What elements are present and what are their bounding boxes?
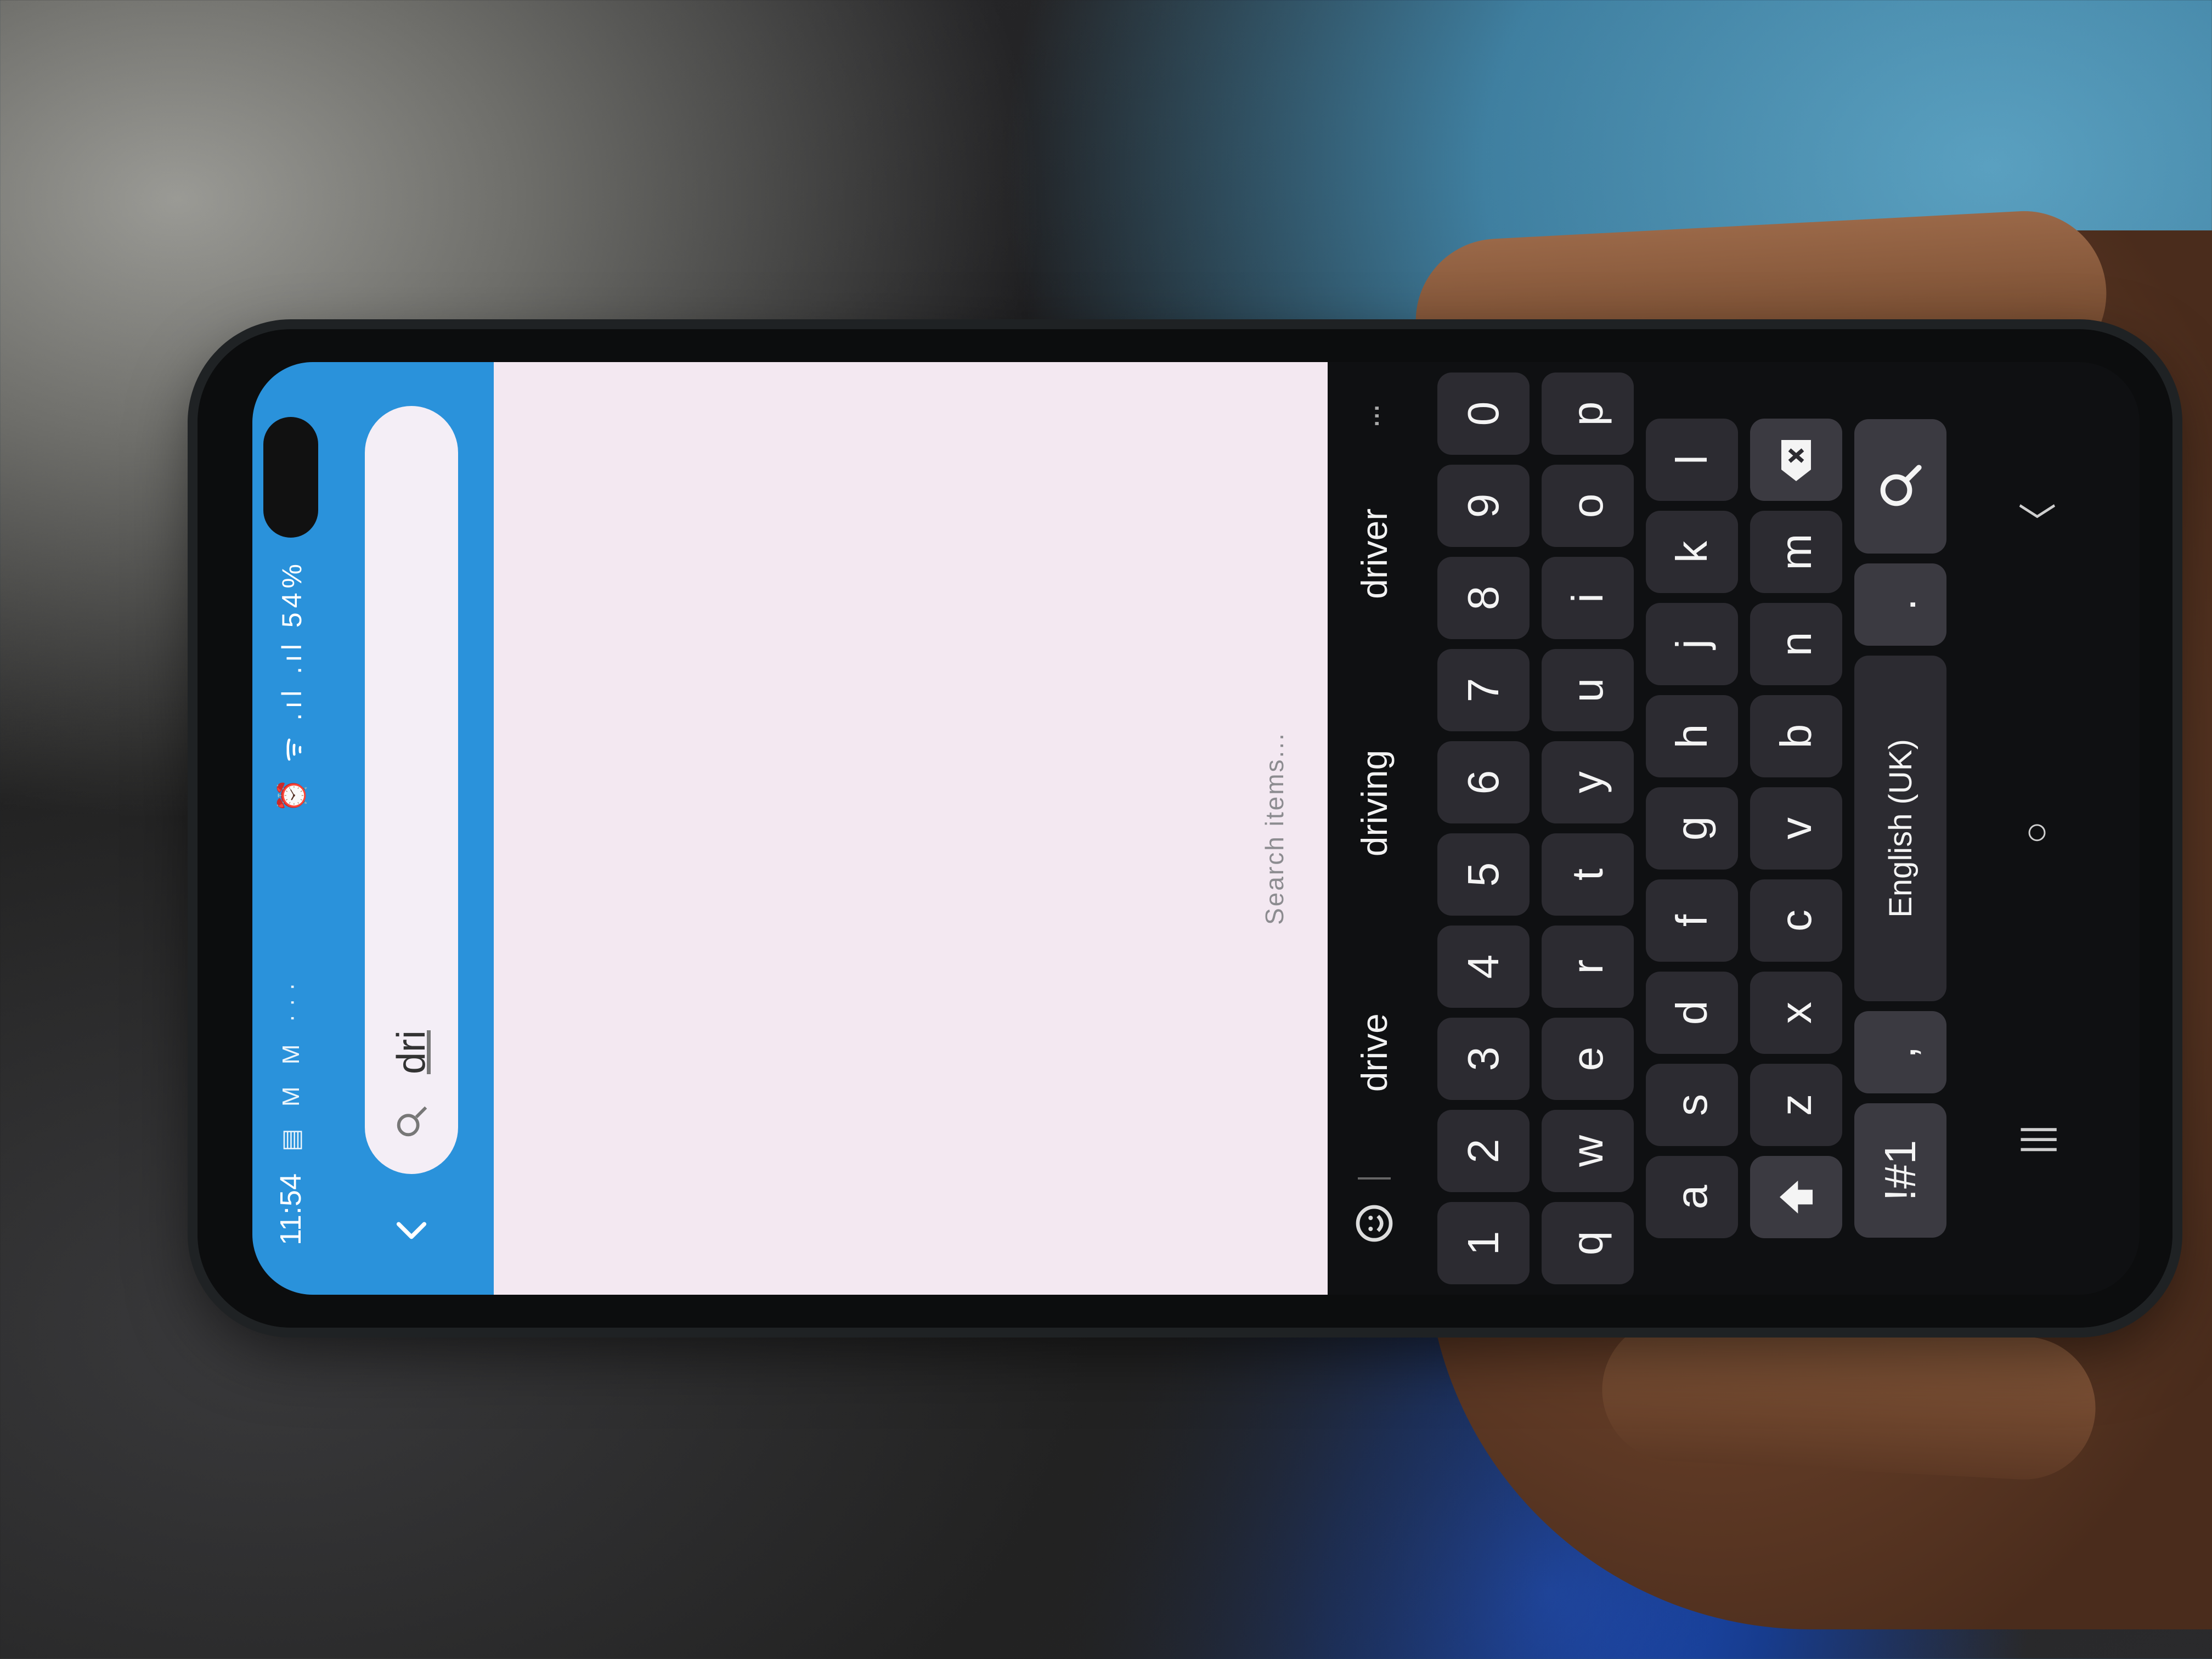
key-c[interactable]: c: [1750, 879, 1842, 962]
key-2[interactable]: 2: [1437, 1110, 1530, 1192]
suggestion-word[interactable]: drive: [1353, 928, 1395, 1177]
key-k[interactable]: k: [1646, 511, 1738, 593]
key-6[interactable]: 6: [1437, 741, 1530, 823]
key-t[interactable]: t: [1542, 833, 1634, 916]
keyboard: drive driving driver ··· 1 2 3 4 5 6 7 8…: [1328, 362, 2140, 1295]
app-bar: [329, 362, 494, 1295]
key-l[interactable]: l: [1646, 419, 1738, 501]
home-icon[interactable]: ○: [2013, 821, 2057, 844]
key-4[interactable]: 4: [1437, 926, 1530, 1008]
key-5[interactable]: 5: [1437, 833, 1530, 916]
search-input[interactable]: [388, 470, 435, 1075]
key-o[interactable]: o: [1542, 465, 1634, 547]
notification-icons: ▤ M M ···: [277, 975, 304, 1152]
key-g[interactable]: g: [1646, 787, 1738, 870]
suggestion-strip: drive driving driver ···: [1328, 362, 1421, 1295]
key-h[interactable]: h: [1646, 695, 1738, 777]
key-q[interactable]: q: [1542, 1202, 1634, 1284]
finger: [1598, 1314, 2100, 1483]
key-m[interactable]: m: [1750, 511, 1842, 593]
search-hint: Search items...: [1260, 732, 1289, 925]
key-e[interactable]: e: [1542, 1018, 1634, 1100]
suggestion-word[interactable]: driver: [1353, 429, 1395, 679]
key-z[interactable]: z: [1750, 1064, 1842, 1146]
search-icon: [397, 1106, 427, 1137]
phone-screen: 11:54 ▤ M M ··· ⏰ ᯤ .ıl .ıl 54% Search i…: [252, 362, 2140, 1295]
screen-content: 11:54 ▤ M M ··· ⏰ ᯤ .ıl .ıl 54% Search i…: [252, 362, 2140, 1295]
key-p[interactable]: p: [1542, 373, 1634, 455]
letter-row-bottom: z x c v b n m: [1750, 362, 1842, 1295]
key-0[interactable]: 0: [1437, 373, 1530, 455]
search-icon: [1880, 465, 1922, 506]
key-s[interactable]: s: [1646, 1064, 1738, 1146]
key-r[interactable]: r: [1542, 926, 1634, 1008]
key-d[interactable]: d: [1646, 972, 1738, 1054]
letter-row-middle: a s d f g h j k l: [1646, 362, 1738, 1295]
backspace-icon: [1781, 440, 1811, 481]
more-options-icon[interactable]: ···: [1356, 406, 1393, 429]
backspace-key[interactable]: [1750, 419, 1842, 501]
key-x[interactable]: x: [1750, 972, 1842, 1054]
bottom-row: !#1 , English (UK) .: [1854, 362, 1946, 1295]
search-key[interactable]: [1854, 419, 1946, 554]
status-time: 11:54: [274, 1173, 307, 1245]
suggestion-word[interactable]: driving: [1353, 679, 1395, 928]
key-y[interactable]: y: [1542, 741, 1634, 823]
space-bar[interactable]: English (UK): [1854, 656, 1946, 1001]
back-icon[interactable]: 〈: [2008, 503, 2063, 541]
status-bar: 11:54 ▤ M M ··· ⏰ ᯤ .ıl .ıl 54%: [252, 362, 329, 1295]
comma-key[interactable]: ,: [1854, 1011, 1946, 1093]
key-w[interactable]: w: [1542, 1110, 1634, 1192]
system-icons-glyphs: ⏰ ᯤ .ıl .ıl: [276, 639, 307, 813]
back-arrow-icon[interactable]: [379, 1196, 444, 1262]
key-1[interactable]: 1: [1437, 1202, 1530, 1284]
symbols-key[interactable]: !#1: [1854, 1103, 1946, 1238]
search-bar[interactable]: [365, 406, 458, 1174]
system-icons: ⏰ ᯤ .ıl .ıl 54%: [272, 560, 309, 812]
suggestion-divider: [1358, 1177, 1391, 1180]
key-9[interactable]: 9: [1437, 465, 1530, 547]
key-n[interactable]: n: [1750, 603, 1842, 685]
key-b[interactable]: b: [1750, 695, 1842, 777]
shift-key[interactable]: [1750, 1156, 1842, 1238]
key-7[interactable]: 7: [1437, 649, 1530, 731]
emoji-icon[interactable]: [1352, 1201, 1396, 1245]
key-8[interactable]: 8: [1437, 557, 1530, 639]
recent-apps-icon[interactable]: |||: [2013, 1125, 2057, 1155]
navigation-bar: ||| ○ 〈: [1975, 362, 2096, 1295]
key-3[interactable]: 3: [1437, 1018, 1530, 1100]
key-i[interactable]: i: [1542, 557, 1634, 639]
key-v[interactable]: v: [1750, 787, 1842, 870]
shift-arrow-icon: [1780, 1181, 1813, 1214]
results-area: Search items...: [494, 362, 1328, 1295]
key-j[interactable]: j: [1646, 603, 1738, 685]
camera-cutout: [263, 417, 318, 538]
battery-level: 54%: [276, 560, 307, 628]
key-a[interactable]: a: [1646, 1156, 1738, 1238]
key-u[interactable]: u: [1542, 649, 1634, 731]
letter-row-top: q w e r t y u i o p: [1542, 362, 1634, 1295]
period-key[interactable]: .: [1854, 563, 1946, 646]
number-row: 1 2 3 4 5 6 7 8 9 0: [1437, 362, 1530, 1295]
key-f[interactable]: f: [1646, 879, 1738, 962]
